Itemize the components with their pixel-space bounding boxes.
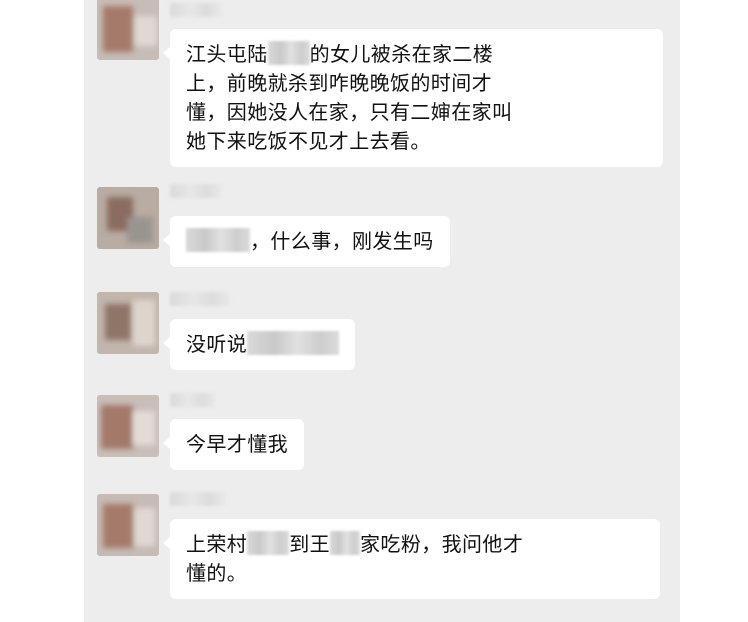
message-text: 上荣村 bbox=[186, 532, 248, 556]
message-text: 到王 bbox=[289, 532, 331, 556]
message-bubble[interactable]: 今早才懂我 bbox=[163, 419, 304, 470]
avatar[interactable] bbox=[97, 395, 159, 457]
message-bubble[interactable]: 没听说 bbox=[162, 319, 356, 370]
message-line: ，什么事，刚发生吗 bbox=[186, 227, 434, 256]
message-text: 今早才懂我 bbox=[186, 432, 288, 456]
message-text: 懂，因她没人在家，只有二婶在家叫 bbox=[186, 100, 513, 124]
message-line: 上，前晚就杀到咋晚晚饭的时间才 bbox=[186, 69, 647, 98]
message-line: 懂的。 bbox=[186, 559, 644, 588]
chat-area[interactable]: 江头屯陆 的女儿被杀在家二楼上，前晚就杀到咋晚晚饭的时间才 懂，因她没人在家，只有二… bbox=[84, 0, 680, 622]
message-line: 懂，因她没人在家，只有二婶在家叫 bbox=[186, 98, 647, 127]
message-text: 懂的。 bbox=[186, 561, 248, 585]
avatar[interactable] bbox=[97, 0, 159, 60]
sender-name-blurred bbox=[170, 492, 226, 506]
message-line: 没听说 bbox=[186, 330, 340, 359]
avatar[interactable] bbox=[97, 494, 159, 556]
message-bubble[interactable]: 江头屯陆 的女儿被杀在家二楼上，前晚就杀到咋晚晚饭的时间才 懂，因她没人在家，只有二… bbox=[163, 29, 663, 167]
redacted-mosaic bbox=[267, 41, 310, 65]
message-text: 没听说 bbox=[186, 332, 248, 356]
sender-name-blurred bbox=[170, 3, 222, 17]
message-bubble[interactable]: 上荣村 到王 家吃粉，我问他才懂的。 bbox=[163, 519, 660, 599]
redacted-mosaic bbox=[330, 531, 361, 555]
message-text: 江头屯陆 bbox=[186, 42, 268, 66]
message-line: 江头屯陆 的女儿被杀在家二楼 bbox=[186, 40, 647, 69]
message-bubble[interactable]: ，什么事，刚发生吗 bbox=[163, 216, 450, 267]
message-line: 她下来吃饭不见才上去看。 bbox=[186, 127, 647, 156]
sender-name-blurred bbox=[170, 184, 222, 198]
sender-name-blurred bbox=[170, 393, 216, 407]
sender-name-blurred bbox=[170, 292, 230, 306]
avatar[interactable] bbox=[97, 292, 159, 354]
redacted-mosaic bbox=[186, 228, 250, 252]
message-text: ，什么事，刚发生吗 bbox=[250, 229, 434, 253]
message-line: 上荣村 到王 家吃粉，我问他才 bbox=[186, 530, 644, 559]
redacted-mosaic bbox=[247, 531, 290, 555]
redacted-mosaic bbox=[247, 331, 340, 355]
message-text: 她下来吃饭不见才上去看。 bbox=[186, 129, 431, 153]
avatar[interactable] bbox=[97, 187, 159, 249]
message-text: 上，前晚就杀到咋晚晚饭的时间才 bbox=[186, 71, 492, 95]
message-text: 的女儿被杀在家二楼 bbox=[309, 42, 494, 66]
message-line: 今早才懂我 bbox=[186, 430, 288, 459]
message-text: 家吃粉，我问他才 bbox=[360, 532, 524, 556]
